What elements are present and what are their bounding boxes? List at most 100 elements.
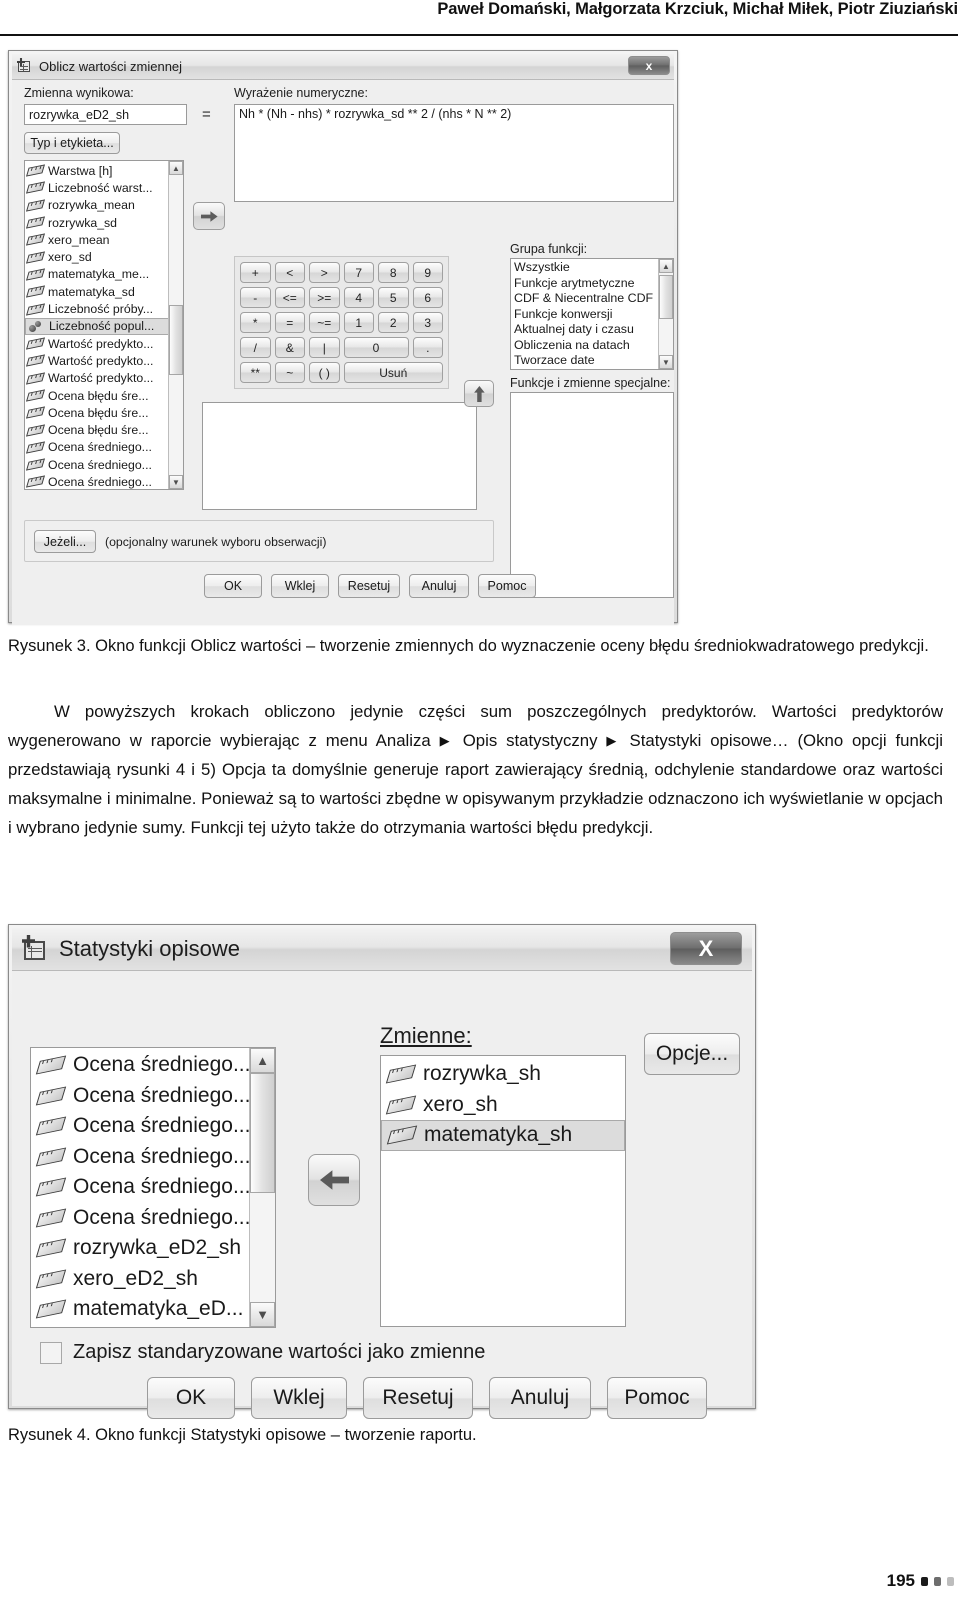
list-item[interactable]: Ocena średniego... bbox=[31, 1142, 275, 1173]
key-7[interactable]: 7 bbox=[343, 262, 374, 283]
ok-button[interactable]: OK bbox=[147, 1377, 235, 1419]
list-item[interactable]: Ocena średniego... bbox=[31, 1203, 275, 1234]
key-parentheses[interactable]: ( ) bbox=[309, 362, 340, 383]
key-delete[interactable]: Usuń bbox=[343, 362, 443, 383]
list-item[interactable]: Funkcje konwersji bbox=[511, 307, 673, 323]
scroll-up-icon[interactable]: ▲ bbox=[659, 259, 673, 273]
function-group-list[interactable]: Wszystkie Funkcje arytmetyczne CDF & Niece… bbox=[510, 258, 674, 370]
key-minus[interactable]: - bbox=[240, 287, 271, 308]
list-item[interactable]: Wartość predykto... bbox=[25, 370, 183, 387]
descriptives-source-list[interactable]: Ocena średniego... Ocena średniego... Ocen… bbox=[30, 1047, 276, 1328]
list-item[interactable]: Ocena średniego... bbox=[31, 1111, 275, 1142]
key-0[interactable]: 0 bbox=[343, 337, 409, 358]
list-item[interactable]: Obliczenia na datach bbox=[511, 338, 673, 354]
key-not-equals[interactable]: ~= bbox=[309, 312, 340, 333]
key-or[interactable]: | bbox=[309, 337, 340, 358]
scrollbar-track[interactable] bbox=[250, 1073, 275, 1302]
scroll-up-icon[interactable]: ▲ bbox=[250, 1048, 275, 1073]
list-item[interactable]: Warstwa [h] bbox=[25, 162, 183, 179]
key-power[interactable]: ** bbox=[240, 362, 271, 383]
key-decimal-point[interactable]: . bbox=[412, 337, 443, 358]
key-less-than[interactable]: < bbox=[274, 262, 305, 283]
key-tilde[interactable]: ~ bbox=[274, 362, 305, 383]
list-item[interactable]: Aktualnej daty i czasu bbox=[511, 322, 673, 338]
list-item[interactable]: Liczebność popul... bbox=[25, 317, 183, 335]
source-variable-list[interactable]: Warstwa [h] Liczebność warst... rozrywka_m… bbox=[24, 160, 184, 490]
reset-button[interactable]: Resetuj bbox=[363, 1377, 473, 1419]
close-icon[interactable]: X bbox=[670, 932, 742, 965]
descriptives-selected-list[interactable]: rozrywka_sh xero_sh matematyka_sh bbox=[380, 1055, 626, 1327]
list-item[interactable]: Ocena średniego... bbox=[25, 473, 183, 489]
list-item[interactable]: rozrywka_mean bbox=[25, 197, 183, 214]
type-and-label-button[interactable]: Typ i etykieta... bbox=[24, 132, 120, 154]
key-2[interactable]: 2 bbox=[378, 312, 409, 333]
list-item[interactable]: Wszystkie bbox=[511, 260, 673, 276]
list-item[interactable]: Ocena średniego... bbox=[31, 1081, 275, 1112]
key-and[interactable]: & bbox=[274, 337, 305, 358]
list-item[interactable]: xero_sd bbox=[25, 248, 183, 265]
function-group-scrollbar[interactable]: ▲ ▼ bbox=[658, 259, 673, 369]
list-item[interactable]: Ocena błędu śre... bbox=[25, 387, 183, 404]
cancel-button[interactable]: Anuluj bbox=[489, 1377, 591, 1419]
list-item[interactable]: Ocena średniego... bbox=[31, 1050, 275, 1081]
key-5[interactable]: 5 bbox=[378, 287, 409, 308]
list-item[interactable]: matematyka_sd bbox=[25, 283, 183, 300]
options-button[interactable]: Opcje... bbox=[644, 1033, 740, 1075]
key-8[interactable]: 8 bbox=[378, 262, 409, 283]
key-9[interactable]: 9 bbox=[412, 262, 443, 283]
calculator-keypad[interactable]: + < > 7 8 9 - <= >= 4 5 6 * = ~= 1 2 3 /… bbox=[234, 256, 449, 389]
key-greater-than[interactable]: > bbox=[309, 262, 340, 283]
scrollbar-thumb[interactable] bbox=[659, 275, 673, 319]
scrollbar-track[interactable] bbox=[659, 273, 673, 355]
save-standardized-checkbox-row[interactable]: Zapisz standaryzowane wartości jako zmie… bbox=[40, 1341, 485, 1364]
save-standardized-checkbox[interactable] bbox=[40, 1341, 62, 1364]
source-list-scrollbar[interactable]: ▲ ▼ bbox=[168, 161, 183, 489]
special-functions-list[interactable] bbox=[510, 392, 674, 598]
close-icon[interactable]: x bbox=[628, 56, 670, 75]
list-item[interactable]: Ocena średniego... bbox=[25, 456, 183, 473]
list-item[interactable]: Tworzace date bbox=[511, 353, 673, 369]
numeric-expression-input[interactable]: Nh * (Nh - nhs) * rozrywka_sd ** 2 / (nh… bbox=[234, 104, 674, 202]
list-item[interactable]: xero_mean bbox=[25, 231, 183, 248]
list-item[interactable]: rozrywka_eD2_sh bbox=[31, 1233, 275, 1264]
help-button[interactable]: Pomoc bbox=[478, 574, 536, 598]
scrollbar-thumb[interactable] bbox=[169, 305, 183, 375]
key-equals[interactable]: = bbox=[274, 312, 305, 333]
list-item[interactable]: Wartość predykto... bbox=[25, 335, 183, 352]
list-item[interactable]: matematyka_sh bbox=[381, 1120, 625, 1151]
key-1[interactable]: 1 bbox=[343, 312, 374, 333]
insert-function-button[interactable] bbox=[464, 380, 494, 407]
list-item[interactable]: Liczebność warst... bbox=[25, 179, 183, 196]
list-item[interactable]: Ocena błędu śre... bbox=[25, 421, 183, 438]
scrollbar-track[interactable] bbox=[169, 175, 183, 475]
list-item[interactable]: Ocena średniego... bbox=[25, 439, 183, 456]
key-less-equal[interactable]: <= bbox=[274, 287, 305, 308]
key-3[interactable]: 3 bbox=[412, 312, 443, 333]
scroll-down-icon[interactable]: ▼ bbox=[169, 475, 183, 489]
list-item[interactable]: xero_sh bbox=[381, 1090, 625, 1121]
key-plus[interactable]: + bbox=[240, 262, 271, 283]
target-variable-input[interactable]: rozrywka_eD2_sh bbox=[24, 104, 187, 125]
help-button[interactable]: Pomoc bbox=[607, 1377, 707, 1419]
scrollbar-thumb[interactable] bbox=[250, 1073, 275, 1193]
compute-variable-dialog[interactable]: Oblicz wartości zmiennej x Zmienna wynik… bbox=[8, 50, 678, 625]
move-variable-button[interactable] bbox=[193, 202, 225, 230]
ok-button[interactable]: OK bbox=[204, 574, 262, 598]
list-item[interactable]: xero_eD2_sh bbox=[31, 1264, 275, 1295]
list-item[interactable]: Ocena średniego... bbox=[31, 1172, 275, 1203]
descriptives-source-scrollbar[interactable]: ▲ ▼ bbox=[249, 1048, 275, 1327]
move-variable-button[interactable] bbox=[308, 1154, 360, 1206]
scroll-down-icon[interactable]: ▼ bbox=[250, 1302, 275, 1327]
scroll-up-icon[interactable]: ▲ bbox=[169, 161, 183, 175]
key-greater-equal[interactable]: >= bbox=[309, 287, 340, 308]
key-divide[interactable]: / bbox=[240, 337, 271, 358]
reset-button[interactable]: Resetuj bbox=[338, 574, 400, 598]
scroll-down-icon[interactable]: ▼ bbox=[659, 355, 673, 369]
paste-button[interactable]: Wklej bbox=[271, 574, 329, 598]
key-multiply[interactable]: * bbox=[240, 312, 271, 333]
list-item[interactable]: rozrywka_sd bbox=[25, 214, 183, 231]
cancel-button[interactable]: Anuluj bbox=[409, 574, 469, 598]
list-item[interactable]: Wartość predykto... bbox=[25, 352, 183, 369]
key-4[interactable]: 4 bbox=[343, 287, 374, 308]
list-item[interactable]: Funkcje arytmetyczne bbox=[511, 276, 673, 292]
